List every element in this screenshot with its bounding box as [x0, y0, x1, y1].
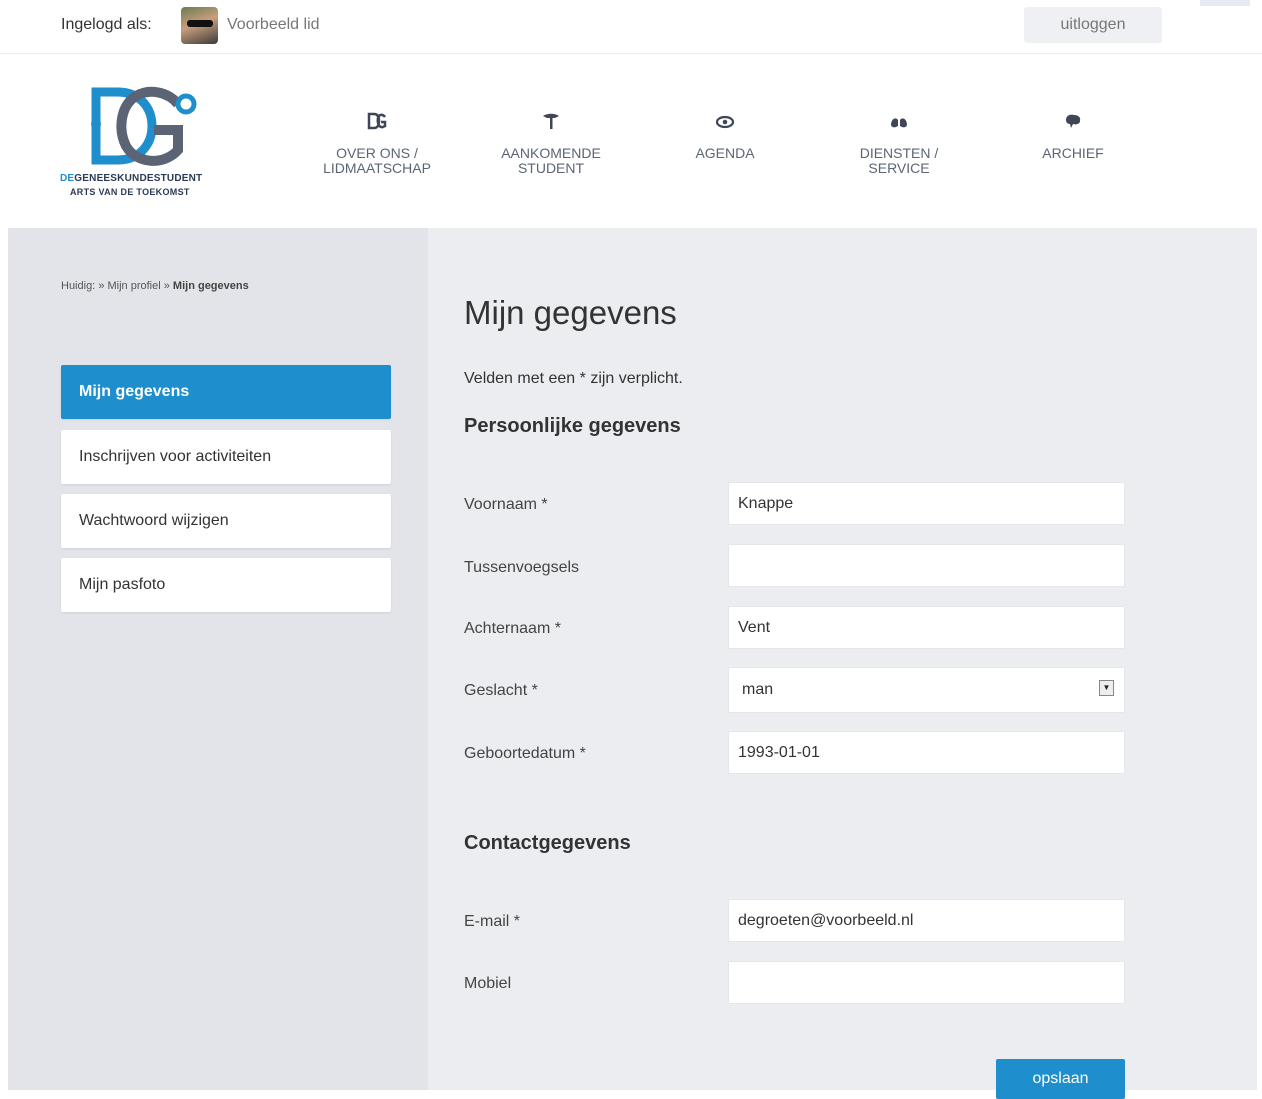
corner-decoration [1200, 0, 1250, 6]
contact-section-title: Contactgegevens [464, 832, 631, 854]
ds-logo-icon [307, 112, 447, 136]
nav-label: ARCHIEF [1042, 145, 1104, 161]
nav-item-over-ons[interactable]: OVER ONS / LIDMAATSCHAP [307, 112, 447, 176]
nav-label: OVER ONS / LIDMAATSCHAP [323, 145, 431, 176]
logo-brand: DEGENEESKUNDESTUDENT [60, 173, 203, 184]
ds-logo-icon [91, 86, 197, 166]
nav-label: DIENSTEN / SERVICE [859, 145, 939, 176]
lastname-field[interactable] [728, 606, 1125, 649]
breadcrumb-parent[interactable]: » Mijn profiel » [98, 280, 170, 292]
lastname-label: Achternaam * [464, 620, 561, 637]
page-title: Mijn gegevens [464, 294, 677, 331]
personal-section-title: Persoonlijke gegevens [464, 415, 681, 437]
site-logo[interactable]: DEGENEESKUNDESTUDENT ARTS VAN DE TOEKOMS… [60, 84, 230, 204]
top-bar: Ingelogd als: Voorbeeld lid uitloggen [0, 0, 1262, 54]
sidebar-item-pasfoto[interactable]: Mijn pasfoto [61, 558, 391, 612]
birthdate-field[interactable] [728, 731, 1125, 774]
breadcrumb-current: Mijn gegevens [172, 280, 249, 292]
mobile-label: Mobiel [464, 975, 512, 992]
caduceus-icon [481, 112, 621, 136]
nav-item-aankomende-student[interactable]: AANKOMENDE STUDENT [481, 112, 621, 176]
logo-tagline: ARTS VAN DE TOEKOMST [70, 187, 190, 197]
firstname-label: Voornaam * [464, 496, 548, 513]
birthdate-label: Geboortedatum * [464, 745, 586, 762]
lungs-icon [829, 112, 969, 136]
sidebar: Huidig: » Mijn profiel » Mijn gegevens M… [8, 228, 428, 1090]
brain-icon [1003, 112, 1143, 136]
avatar[interactable] [181, 7, 218, 44]
nav-item-agenda[interactable]: AGENDA [655, 112, 795, 161]
nav-label: AGENDA [695, 145, 755, 161]
breadcrumb: Huidig: » Mijn profiel » Mijn gegevens [61, 280, 249, 292]
sidebar-item-mijn-gegevens[interactable]: Mijn gegevens [61, 365, 391, 419]
email-label: E-mail * [464, 913, 521, 930]
nav-item-diensten[interactable]: DIENSTEN / SERVICE [829, 112, 969, 176]
logout-button[interactable]: uitloggen [1024, 7, 1162, 43]
infix-field[interactable] [728, 544, 1125, 587]
gender-value: man [742, 681, 774, 698]
gender-select[interactable]: man ▼ [728, 667, 1125, 713]
main-content: Mijn gegevens Velden met een * zijn verp… [428, 228, 1257, 1099]
gender-label: Geslacht * [464, 682, 538, 699]
mobile-field[interactable] [728, 961, 1125, 1004]
save-button[interactable]: opslaan [996, 1059, 1125, 1099]
eye-icon [655, 112, 795, 136]
infix-label: Tussenvoegsels [464, 559, 580, 576]
username[interactable]: Voorbeeld lid [227, 16, 320, 34]
email-field[interactable] [728, 899, 1125, 942]
sidebar-item-inschrijven[interactable]: Inschrijven voor activiteiten [61, 430, 391, 484]
logged-in-label: Ingelogd als: [61, 16, 152, 33]
breadcrumb-prefix: Huidig: [61, 280, 96, 292]
nav-item-archief[interactable]: ARCHIEF [1003, 112, 1143, 161]
nav-label: AANKOMENDE STUDENT [501, 145, 601, 176]
chevron-down-icon[interactable]: ▼ [1099, 680, 1114, 696]
required-note: Velden met een * zijn verplicht. [464, 370, 683, 387]
firstname-field[interactable] [728, 482, 1125, 525]
sidebar-item-wachtwoord[interactable]: Wachtwoord wijzigen [61, 494, 391, 548]
